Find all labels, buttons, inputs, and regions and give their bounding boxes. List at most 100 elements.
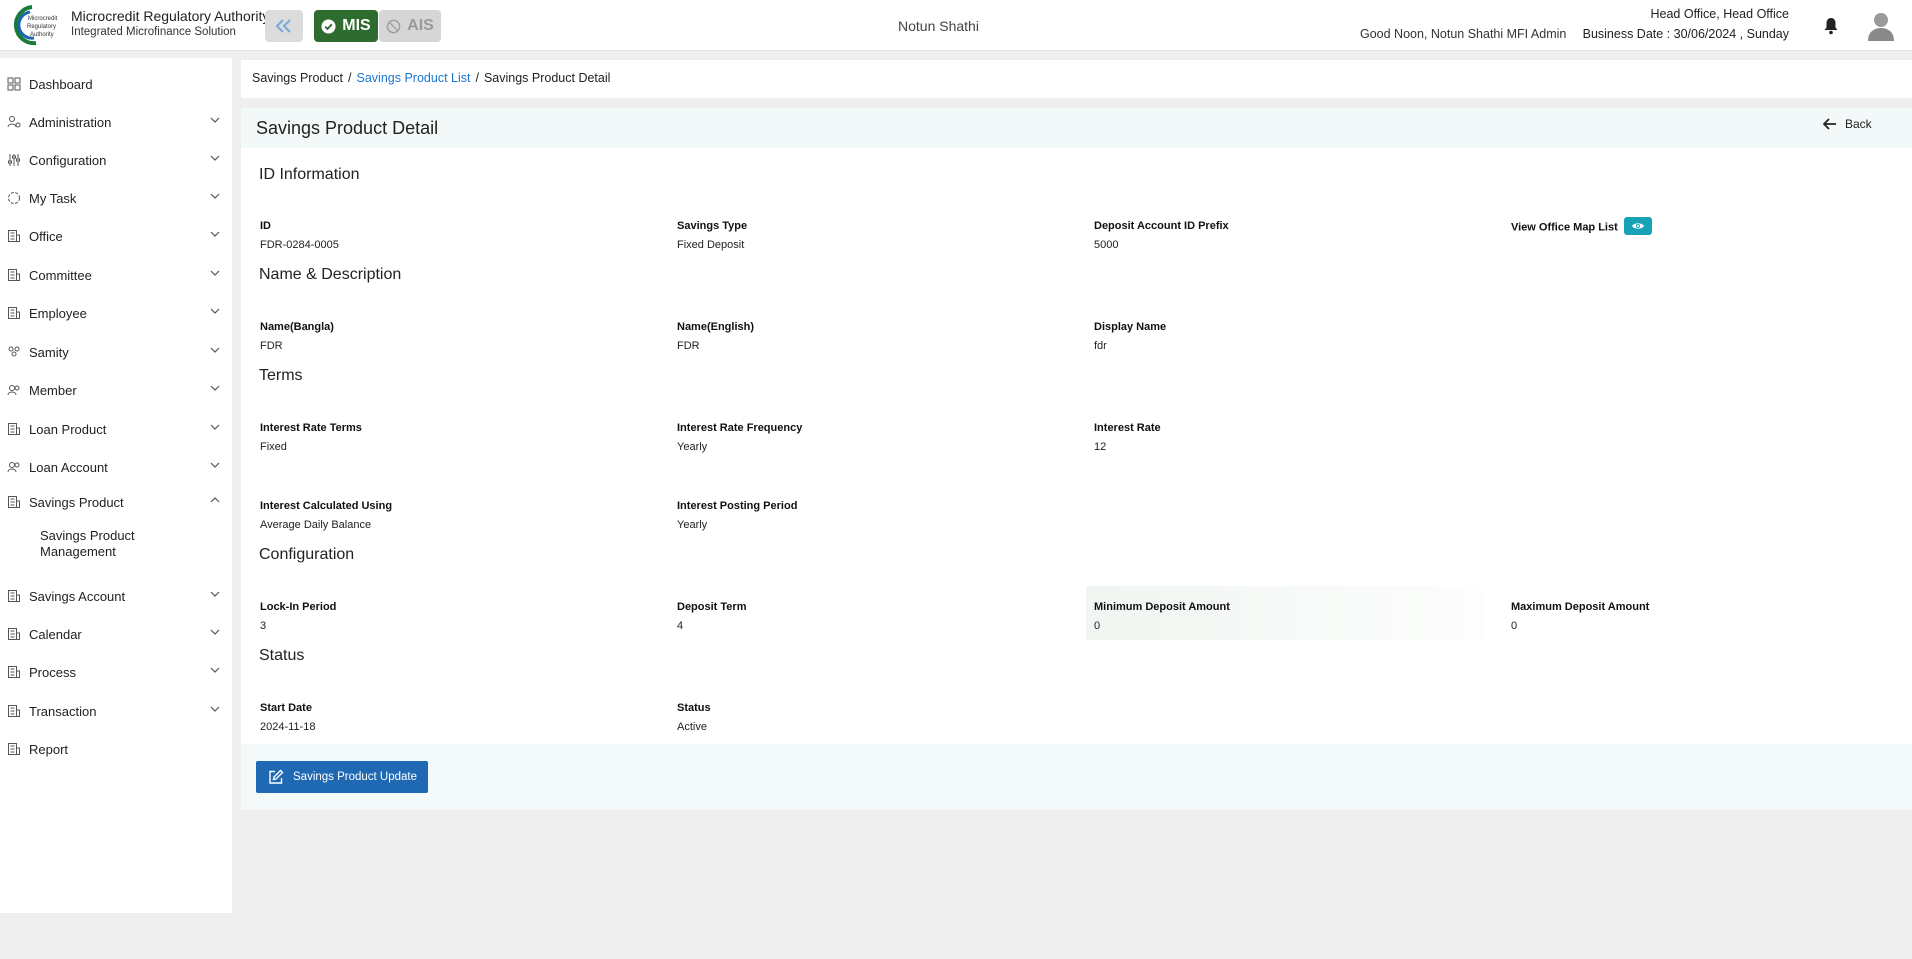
chevron-down-icon <box>210 462 220 468</box>
breadcrumb-root[interactable]: Savings Product <box>252 71 343 85</box>
sidebar-item-label: Employee <box>29 305 87 321</box>
admin-icon <box>7 116 21 128</box>
field-label: Interest Rate Frequency <box>677 422 803 434</box>
sidebar-item-label: Administration <box>29 114 112 130</box>
chevron-down-icon <box>210 193 220 199</box>
sidebar-item-member[interactable]: Member <box>0 378 232 402</box>
organization-name: Notun Shathi <box>898 18 979 34</box>
field-name-english: Name(English) FDR <box>676 306 1072 360</box>
chevron-down-icon <box>210 706 220 712</box>
user-avatar-icon[interactable] <box>1866 10 1896 42</box>
sidebar-item-my-task[interactable]: My Task <box>0 186 232 210</box>
field-value: Yearly <box>677 519 708 531</box>
svg-text:Regulatory: Regulatory <box>27 24 56 30</box>
sidebar-item-label: Configuration <box>29 152 107 168</box>
breadcrumb-separator: / <box>475 71 479 85</box>
chevron-up-icon <box>210 497 220 503</box>
back-button[interactable]: Back <box>1823 117 1872 131</box>
members-icon <box>7 462 20 473</box>
building-icon <box>8 705 20 717</box>
sidebar-item-loan-account[interactable]: Loan Account <box>0 455 232 479</box>
field-label: Maximum Deposit Amount <box>1511 601 1650 613</box>
title-bar: Savings Product Detail Back <box>241 108 1912 148</box>
sidebar-item-administration[interactable]: Administration <box>0 110 232 134</box>
eye-icon <box>1631 223 1644 229</box>
sidebar-item-transaction[interactable]: Transaction <box>0 699 232 723</box>
field-value: Yearly <box>677 441 708 453</box>
task-circle-icon <box>8 192 20 204</box>
sidebar-item-label: Savings Product <box>29 494 124 510</box>
sidebar-item-label: Loan Account <box>29 459 108 475</box>
view-office-map-button[interactable] <box>1623 217 1652 235</box>
grid-icon <box>7 77 21 91</box>
sidebar-item-office[interactable]: Office <box>0 224 232 248</box>
building-icon <box>8 269 20 281</box>
field-value: FDR-0284-0005 <box>260 239 339 251</box>
sidebar-item-savings-account[interactable]: Savings Account <box>0 584 232 608</box>
business-date: Business Date : 30/06/2024 , Sunday <box>1582 27 1789 41</box>
field-value: FDR <box>260 340 283 352</box>
sidebar-item-label: Report <box>29 741 69 757</box>
sidebar-item-label: Savings Account <box>29 588 126 604</box>
building-icon <box>8 496 20 508</box>
field-value: fdr <box>1094 340 1107 352</box>
sidebar-item-label: Calendar <box>29 626 82 642</box>
ban-icon <box>386 19 401 33</box>
bell-icon[interactable] <box>1823 17 1839 35</box>
sidebar-item-loan-product[interactable]: Loan Product <box>0 417 232 441</box>
field-start-date: Start Date 2024-11-18 <box>259 687 655 741</box>
field-label: Interest Rate <box>1094 422 1161 434</box>
field-label: Deposit Account ID Prefix <box>1094 220 1229 232</box>
sidebar-item-label: Loan Product <box>29 421 107 437</box>
sidebar-item-label: My Task <box>29 190 77 206</box>
section-title-name-description: Name & Description <box>259 266 402 283</box>
field-id: ID FDR-0284-0005 <box>259 205 655 259</box>
sidebar-item-label: Process <box>29 664 76 680</box>
sidebar-item-dashboard[interactable]: Dashboard <box>0 72 232 96</box>
sidebar-item-process[interactable]: Process <box>0 660 232 684</box>
org-name: Microcredit Regulatory Authority <box>71 8 270 24</box>
sidebar-subitem-savings-product-management[interactable]: Savings Product Management <box>40 528 160 560</box>
savings-product-update-button[interactable]: Savings Product Update <box>256 761 428 793</box>
sidebar-item-report[interactable]: Report <box>0 737 232 761</box>
sidebar-item-samity[interactable]: Samity <box>0 340 232 364</box>
sidebar-item-label: Committee <box>29 267 92 283</box>
members-icon <box>7 385 20 396</box>
building-icon <box>8 743 20 755</box>
sidebar-item-savings-product[interactable]: Savings Product <box>0 490 232 514</box>
mra-logo: Microcredit Regulatory Authority <box>13 5 58 46</box>
field-value: Active <box>677 721 707 733</box>
mis-button[interactable]: MIS <box>314 10 378 42</box>
field-label: Name(English) <box>677 321 755 333</box>
sidebar-item-committee[interactable]: Committee <box>0 263 232 287</box>
section-title-status: Status <box>259 647 305 664</box>
sidebar-collapse-button[interactable] <box>265 10 303 42</box>
edit-icon <box>269 769 284 784</box>
field-value: 0 <box>1094 620 1101 632</box>
field-label: Display Name <box>1094 321 1167 333</box>
breadcrumb-current: Savings Product Detail <box>483 71 611 85</box>
user-greeting: Good Noon, Notun Shathi MFI Admin <box>1360 27 1567 41</box>
field-interest-calculated-using: Interest Calculated Using Average Daily … <box>259 485 655 539</box>
office-name: Head Office, Head Office <box>1650 7 1789 21</box>
sidebar-item-label: Samity <box>29 344 69 360</box>
field-office-map: View Office Map List <box>1510 205 1906 259</box>
sidebar-item-calendar[interactable]: Calendar <box>0 622 232 646</box>
field-value: 0 <box>1511 620 1518 632</box>
sliders-icon <box>8 154 20 166</box>
chevron-down-icon <box>210 308 220 314</box>
double-chevron-left-icon <box>275 19 291 33</box>
sidebar-item-configuration[interactable]: Configuration <box>0 148 232 172</box>
breadcrumb-separator: / <box>348 71 352 85</box>
breadcrumb-link-savings-product-list[interactable]: Savings Product List <box>357 71 471 85</box>
page-title: Savings Product Detail <box>256 118 439 138</box>
check-circle-icon <box>321 18 336 34</box>
arrow-left-icon <box>1823 118 1836 130</box>
field-interest-rate-terms: Interest Rate Terms Fixed <box>259 407 655 461</box>
sidebar-item-employee[interactable]: Employee <box>0 301 232 325</box>
field-value: 3 <box>260 620 267 632</box>
chevron-down-icon <box>210 424 220 430</box>
field-label: Lock-In Period <box>260 601 337 613</box>
chevron-down-icon <box>210 385 220 391</box>
ais-button[interactable]: AIS <box>379 10 441 42</box>
